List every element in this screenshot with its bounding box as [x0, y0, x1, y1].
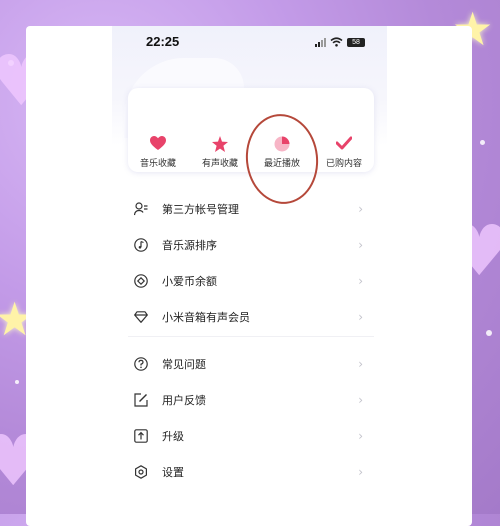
menu-item-music-source-order[interactable]: 音乐源排序 ›: [112, 227, 387, 263]
status-bar: 22:25 58: [112, 34, 387, 54]
menu-item-label: 第三方帐号管理: [162, 203, 239, 216]
chevron-right-icon: ›: [358, 202, 363, 216]
menu-item-label: 常见问题: [162, 358, 206, 371]
chevron-right-icon: ›: [358, 465, 363, 479]
settings-icon: [134, 465, 148, 479]
quick-action-music-favorites[interactable]: 音乐收藏: [128, 136, 188, 169]
chevron-right-icon: ›: [358, 357, 363, 371]
background-sparkle: [480, 140, 485, 145]
phone-screen: 22:25 58 音乐收藏 有声收藏 最近播放 已购内容 第三方帐号管理 › 音…: [112, 26, 387, 514]
wifi-icon: [330, 37, 343, 47]
upgrade-icon: [134, 429, 148, 443]
quick-action-purchased[interactable]: 已购内容: [314, 136, 374, 169]
menu-item-label: 升级: [162, 430, 184, 443]
menu-item-user-feedback[interactable]: 用户反馈 ›: [112, 382, 387, 418]
battery-indicator: 58: [347, 37, 365, 47]
chevron-right-icon: ›: [358, 310, 363, 324]
background-sparkle: [15, 380, 19, 384]
background-sparkle: [486, 330, 492, 336]
menu-item-label: 小米音箱有声会员: [162, 311, 250, 324]
menu-item-third-party-accounts[interactable]: 第三方帐号管理 ›: [112, 191, 387, 227]
check-icon: [314, 136, 374, 154]
diamond-icon: [134, 310, 148, 324]
chevron-right-icon: ›: [358, 238, 363, 252]
menu-item-settings[interactable]: 设置 ›: [112, 454, 387, 490]
quick-action-audio-favorites[interactable]: 有声收藏: [190, 136, 250, 169]
quick-action-label: 音乐收藏: [139, 159, 176, 169]
menu-item-xiaoai-coin-balance[interactable]: 小爱币余额 ›: [112, 263, 387, 299]
heart-icon: [128, 136, 188, 154]
coin-icon: [134, 274, 148, 288]
music-note-icon: [134, 238, 148, 252]
quick-action-label: 已购内容: [325, 159, 362, 169]
edit-icon: [134, 393, 148, 407]
menu-item-speaker-audio-membership[interactable]: 小米音箱有声会员 ›: [112, 299, 387, 335]
star-icon: [190, 136, 250, 154]
menu-item-label: 小爱币余额: [162, 275, 217, 288]
chevron-right-icon: ›: [358, 274, 363, 288]
status-time: 22:25: [146, 34, 180, 49]
question-icon: [134, 357, 148, 371]
menu-item-label: 用户反馈: [162, 394, 206, 407]
chevron-right-icon: ›: [358, 429, 363, 443]
menu-item-upgrade[interactable]: 升级 ›: [112, 418, 387, 454]
menu-item-faq[interactable]: 常见问题 ›: [112, 346, 387, 382]
section-divider: [128, 336, 374, 337]
quick-action-label: 有声收藏: [201, 159, 238, 169]
account-link-icon: [134, 202, 148, 216]
status-icons: 58: [315, 37, 365, 47]
chevron-right-icon: ›: [358, 393, 363, 407]
menu-item-label: 音乐源排序: [162, 239, 217, 252]
menu-item-label: 设置: [162, 466, 184, 479]
signal-icon: [315, 37, 326, 47]
